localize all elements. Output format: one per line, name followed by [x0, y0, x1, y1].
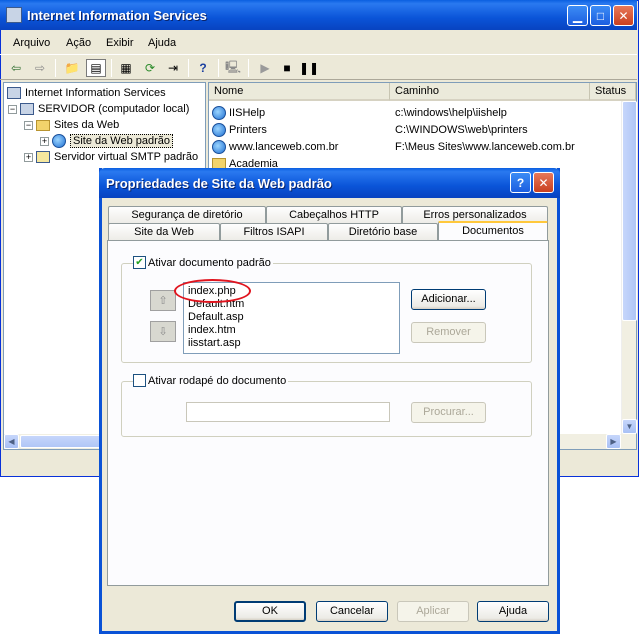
list-vscrollbar[interactable]: ▼ — [621, 101, 637, 434]
cancel-button[interactable]: Cancelar — [316, 601, 388, 622]
add-button[interactable]: Adicionar... — [411, 289, 486, 310]
footer-path-input[interactable] — [186, 402, 390, 422]
website-icon — [212, 106, 226, 120]
minimize-button[interactable]: ▁ — [567, 5, 588, 26]
help-button[interactable]: Ajuda — [477, 601, 549, 622]
scroll-right-icon[interactable]: ▶ — [606, 434, 621, 449]
list-item[interactable]: index.htm — [188, 324, 395, 337]
highlight-ellipse — [174, 279, 251, 303]
toolbar-separator — [55, 59, 56, 77]
expand-icon[interactable]: + — [24, 152, 33, 162]
list-cell-name: Printers — [229, 124, 267, 136]
tree-label: Servidor virtual SMTP padrão — [54, 151, 199, 163]
smtp-icon — [36, 151, 50, 163]
list-item[interactable]: Default.asp — [188, 311, 395, 324]
iis-icon — [7, 87, 21, 99]
toolbar-separator — [111, 59, 112, 77]
enable-default-doc-label: Ativar documento padrão — [146, 256, 273, 269]
list-row-iishelp[interactable]: IISHelp c:\windows\help\iishelp — [211, 105, 631, 121]
enable-default-doc-checkbox[interactable]: ✔ — [133, 256, 146, 269]
list-cell-path: F:\Meus Sites\www.lanceweb.com.br — [395, 141, 575, 153]
menu-ajuda[interactable]: Ajuda — [148, 37, 176, 49]
list-cell-path: c:\windows\help\iishelp — [395, 107, 507, 119]
tab-seguranca[interactable]: Segurança de diretório — [108, 206, 266, 224]
computer-icon[interactable]: 🖳 — [223, 59, 243, 77]
scroll-left-icon[interactable]: ◀ — [4, 434, 19, 449]
tab-site-da-web[interactable]: Site da Web — [108, 223, 220, 241]
enable-default-doc-row[interactable]: ✔ Ativar documento padrão — [133, 256, 273, 269]
toolbar-separator — [248, 59, 249, 77]
website-icon — [52, 134, 66, 148]
back-icon[interactable]: ⇦ — [6, 59, 26, 77]
tree-label: Internet Information Services — [25, 87, 166, 99]
tree-item-root[interactable]: Internet Information Services — [7, 85, 166, 101]
column-header-status[interactable]: Status — [590, 83, 636, 101]
tree-label: SERVIDOR (computador local) — [38, 103, 190, 115]
scroll-thumb[interactable] — [622, 101, 637, 321]
toolbar-separator — [218, 59, 219, 77]
tab-diretorio-base[interactable]: Diretório base — [328, 223, 438, 241]
enable-footer-checkbox[interactable] — [133, 374, 146, 387]
expand-icon[interactable]: + — [40, 136, 49, 146]
iis-window-title: Internet Information Services — [27, 8, 207, 23]
column-header-path[interactable]: Caminho — [390, 83, 590, 101]
tree-item-sites[interactable]: − Sites da Web — [24, 117, 119, 133]
toolbar-separator — [188, 59, 189, 77]
collapse-icon[interactable]: − — [8, 104, 17, 114]
forward-icon[interactable]: ⇨ — [30, 59, 50, 77]
apply-button[interactable]: Aplicar — [397, 601, 469, 622]
help-question-button[interactable]: ? — [510, 172, 531, 193]
list-row-printers[interactable]: Printers C:\WINDOWS\web\printers — [211, 122, 631, 138]
list-cell-name: www.lanceweb.com.br — [229, 141, 339, 153]
move-down-button[interactable]: ⇩ — [150, 321, 176, 342]
tree-label: Sites da Web — [54, 119, 120, 131]
list-cell-path: C:\WINDOWS\web\printers — [395, 124, 528, 136]
list-row-lanceweb[interactable]: www.lanceweb.com.br F:\Meus Sites\www.la… — [211, 139, 631, 155]
properties-icon[interactable]: ▦ — [116, 59, 136, 77]
show-tree-icon[interactable]: ▤ — [86, 59, 106, 77]
move-up-button[interactable]: ⇧ — [150, 290, 176, 311]
close-button[interactable]: ✕ — [613, 5, 634, 26]
menu-arquivo[interactable]: Arquivo — [13, 37, 50, 49]
enable-footer-row[interactable]: Ativar rodapé do documento — [133, 374, 289, 387]
refresh-icon[interactable]: ⟳ — [140, 59, 160, 77]
remove-button[interactable]: Remover — [411, 322, 486, 343]
ok-button[interactable]: OK — [234, 601, 306, 622]
website-icon — [212, 140, 226, 154]
tree-item-server[interactable]: − SERVIDOR (computador local) — [8, 101, 189, 117]
collapse-icon[interactable]: − — [24, 120, 33, 130]
stop-icon[interactable]: ■ — [277, 59, 297, 77]
list-cell-name: IISHelp — [229, 107, 266, 119]
browse-button[interactable]: Procurar... — [411, 402, 486, 423]
tree-item-default-site[interactable]: + Site da Web padrão — [40, 133, 174, 149]
tree-label: Site da Web padrão — [70, 134, 174, 148]
folder-icon — [36, 119, 50, 131]
dialog-close-button[interactable]: ✕ — [533, 172, 554, 193]
pause-icon[interactable]: ❚❚ — [299, 59, 319, 77]
help-icon[interactable]: ? — [193, 59, 213, 77]
up-folder-icon[interactable]: 📁 — [62, 59, 82, 77]
export-list-icon[interactable]: ⇥ — [163, 59, 183, 77]
enable-footer-label: Ativar rodapé do documento — [146, 374, 289, 387]
maximize-button[interactable]: □ — [590, 5, 611, 26]
tree-item-smtp[interactable]: + Servidor virtual SMTP padrão — [24, 149, 198, 165]
dialog-titlebar[interactable]: Propriedades de Site da Web padrão ? ✕ — [99, 168, 560, 198]
list-item[interactable]: iisstart.asp — [188, 337, 395, 350]
dialog-title: Propriedades de Site da Web padrão — [106, 176, 332, 191]
menu-bar: Arquivo Ação Exibir Ajuda — [0, 31, 637, 53]
website-icon — [212, 123, 226, 137]
menu-acao[interactable]: Ação — [66, 37, 91, 49]
computer-icon — [20, 103, 34, 115]
tab-cabecalhos[interactable]: Cabeçalhos HTTP — [266, 206, 402, 224]
column-header-name[interactable]: Nome — [209, 83, 390, 101]
tab-filtros-isapi[interactable]: Filtros ISAPI — [220, 223, 328, 241]
toolbar: ⇦ ⇨ 📁 ▤ ▦ ⟳ ⇥ ? 🖳 ▶ ■ ❚❚ — [0, 54, 637, 80]
tab-documentos[interactable]: Documentos — [438, 221, 548, 241]
iis-titlebar[interactable]: Internet Information Services ▁ □ ✕ — [0, 0, 637, 30]
menu-exibir[interactable]: Exibir — [106, 37, 134, 49]
play-icon[interactable]: ▶ — [255, 59, 275, 77]
iis-app-icon — [6, 7, 22, 23]
scroll-down-icon[interactable]: ▼ — [622, 419, 637, 434]
